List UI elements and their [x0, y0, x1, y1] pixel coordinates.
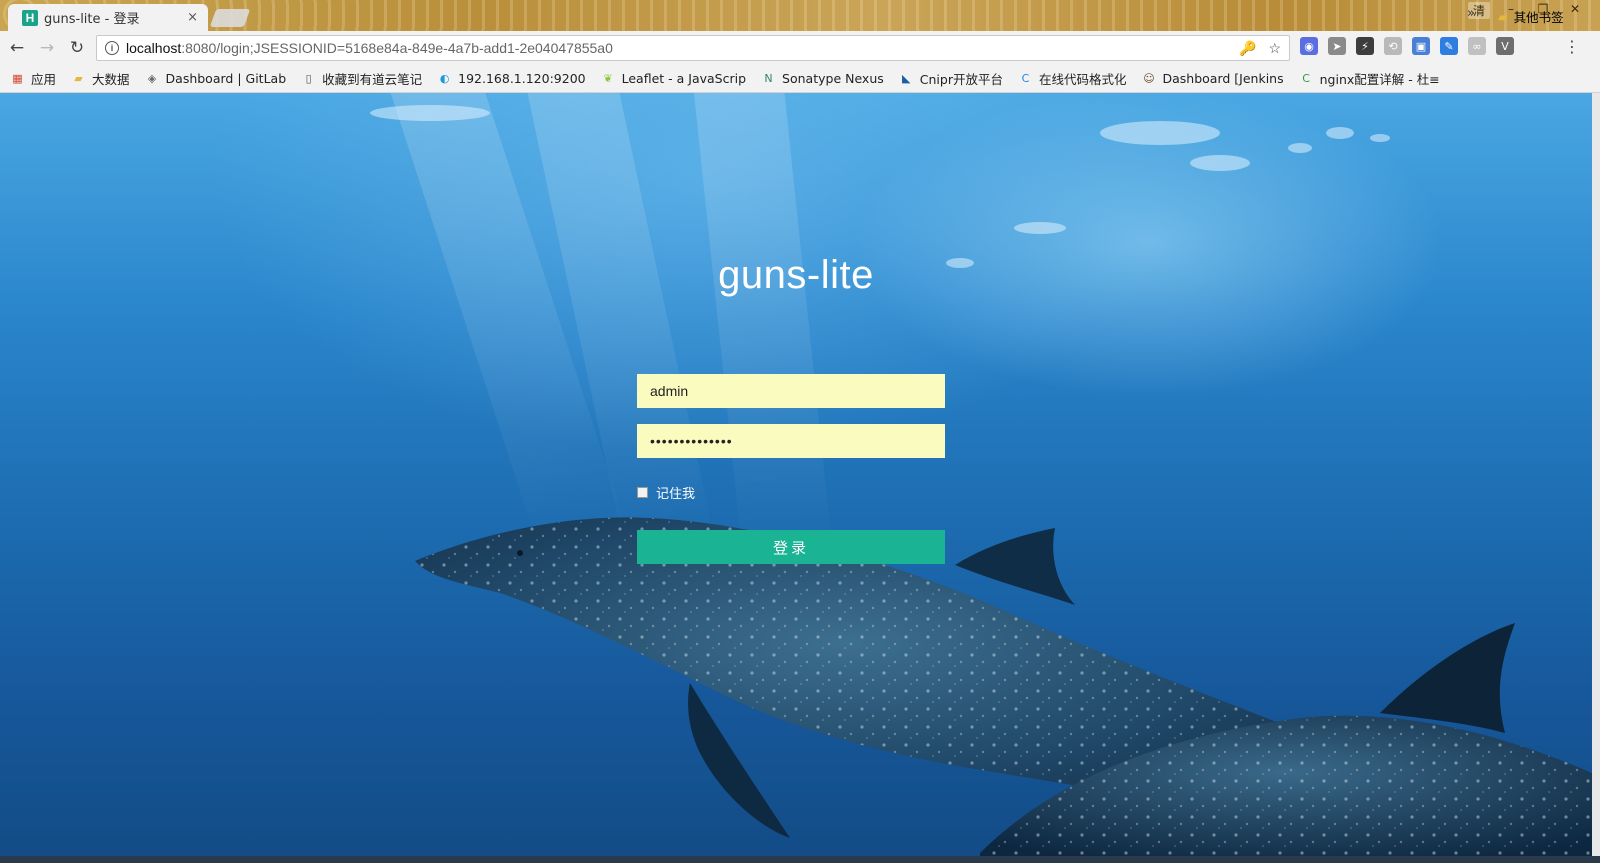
bookmark-label: Leaflet - a JavaScrip: [621, 70, 747, 86]
remember-me-checkbox[interactable]: [637, 487, 648, 498]
ext-7-icon[interactable]: ∞: [1468, 37, 1486, 55]
c-green-icon: C: [1302, 71, 1310, 85]
site-favicon-icon: H: [22, 9, 38, 26]
bookmark-item[interactable]: ❦ Leaflet - a JavaScrip: [601, 70, 747, 86]
bookmark-item[interactable]: Cnginx配置详解 - 杜≡: [1299, 69, 1440, 88]
extensions-area: ◉ ➤ ⚡ ⟲ ▣ ✎ ∞ V: [1300, 37, 1514, 55]
address-bar[interactable]: i localhost :8080/login;JSESSIONID=5168e…: [96, 35, 1290, 61]
tab-close-icon[interactable]: ×: [187, 10, 198, 25]
folder-icon: ▰: [74, 71, 83, 85]
reload-button[interactable]: ↻: [64, 35, 90, 61]
url-host: localhost: [126, 40, 182, 56]
site-info-icon[interactable]: i: [105, 41, 119, 55]
username-input[interactable]: [637, 374, 945, 408]
bookmark-item[interactable]: ☺ Dashboard [Jenkins: [1141, 71, 1283, 86]
browser-menu-icon[interactable]: ⋮: [1564, 37, 1580, 56]
app-title: guns-lite: [718, 253, 874, 297]
cnipr-icon: ◣: [902, 71, 911, 85]
window-edge-scrollbar[interactable]: [1592, 93, 1600, 856]
password-input[interactable]: [637, 424, 945, 458]
ext-5-icon[interactable]: ▣: [1412, 37, 1430, 55]
bookmark-label: Cnipr开放平台: [919, 71, 1003, 87]
bookmark-label: 在线代码格式化: [1038, 71, 1127, 87]
bookmarks-bar: ▦ 应用 ▰ 大数据 ◈ Dashboard | GitLab ▯ 收藏到有道云笔记 ◐ 192.…: [0, 64, 1600, 93]
bookmarks-overflow-icon[interactable]: »: [1467, 6, 1475, 21]
gitlab-icon: ◈: [147, 71, 157, 85]
os-taskbar: [0, 856, 1600, 863]
login-button[interactable]: 登录: [637, 530, 945, 564]
bookmark-item[interactable]: C 在线代码格式化: [1018, 69, 1127, 88]
other-bookmarks[interactable]: ▰ 其他书签: [1498, 7, 1564, 26]
bookmark-label: Dashboard [Jenkins: [1162, 70, 1284, 86]
ext-2-icon[interactable]: ➤: [1328, 37, 1346, 55]
remember-me[interactable]: 记住我: [637, 483, 695, 502]
bookmark-label: 收藏到有道云笔记: [322, 71, 423, 87]
forward-button[interactable]: →: [34, 35, 60, 61]
tab-title: guns-lite - 登录: [44, 12, 140, 27]
password-key-icon[interactable]: 🔑: [1239, 40, 1256, 57]
back-button[interactable]: ←: [4, 35, 30, 61]
bookmark-item[interactable]: ◈ Dashboard | GitLab: [145, 70, 287, 86]
ext-6-icon[interactable]: ✎: [1440, 37, 1458, 55]
bookmark-item[interactable]: ▦ 应用: [10, 69, 56, 88]
jenkins-icon: ☺: [1143, 71, 1155, 85]
bookmark-item[interactable]: ▯ 收藏到有道云笔记: [301, 69, 423, 88]
bookmark-item[interactable]: N Sonatype Nexus: [761, 70, 884, 86]
ext-8-icon[interactable]: V: [1496, 37, 1514, 55]
bookmark-label: Sonatype Nexus: [782, 70, 884, 86]
bookmark-label: nginx配置详解 - 杜≡: [1319, 71, 1440, 87]
login-page: guns-lite 记住我 登录: [0, 93, 1592, 856]
new-tab-button[interactable]: [209, 9, 251, 27]
leaf-icon: ❦: [603, 71, 613, 85]
nexus-icon: N: [764, 71, 773, 85]
bookmark-label: 应用: [31, 71, 57, 87]
folder-icon: ▰: [1498, 9, 1508, 24]
other-bookmarks-label: 其他书签: [1513, 10, 1564, 25]
apps-grid-icon: ▦: [12, 71, 23, 85]
browser-tab-active[interactable]: H guns-lite - 登录 ×: [8, 4, 208, 31]
browser-toolbar: ← → ↻ i localhost :8080/login;JSESSIONID…: [0, 31, 1600, 64]
bookmark-star-icon[interactable]: ☆: [1268, 40, 1281, 57]
bookmark-item[interactable]: ◐ 192.168.1.120:9200: [437, 70, 586, 86]
c-logo-icon: C: [1021, 71, 1030, 85]
ext-1-icon[interactable]: ◉: [1300, 37, 1318, 55]
url-path: :8080/login;JSESSIONID=5168e84a-849e-4a7…: [181, 40, 613, 56]
bookmark-label: 192.168.1.120:9200: [458, 70, 586, 86]
bookmark-item[interactable]: ◣ Cnipr开放平台: [899, 69, 1003, 88]
ext-4-icon[interactable]: ⟲: [1384, 37, 1402, 55]
elastic-icon: ◐: [439, 71, 450, 85]
bookmark-label: 大数据: [92, 71, 130, 87]
window-titlebar: H guns-lite - 登录 × 清 – ❐ ✕: [0, 0, 1600, 31]
ext-3-icon[interactable]: ⚡: [1356, 37, 1374, 55]
window-close-button[interactable]: ✕: [1564, 2, 1586, 19]
bookmark-label: Dashboard | GitLab: [165, 70, 287, 86]
bookmark-item[interactable]: ▰ 大数据: [71, 69, 130, 88]
dolphin-background-image: [370, 105, 1592, 856]
page-icon: ▯: [305, 71, 312, 85]
remember-me-label: 记住我: [656, 487, 696, 502]
